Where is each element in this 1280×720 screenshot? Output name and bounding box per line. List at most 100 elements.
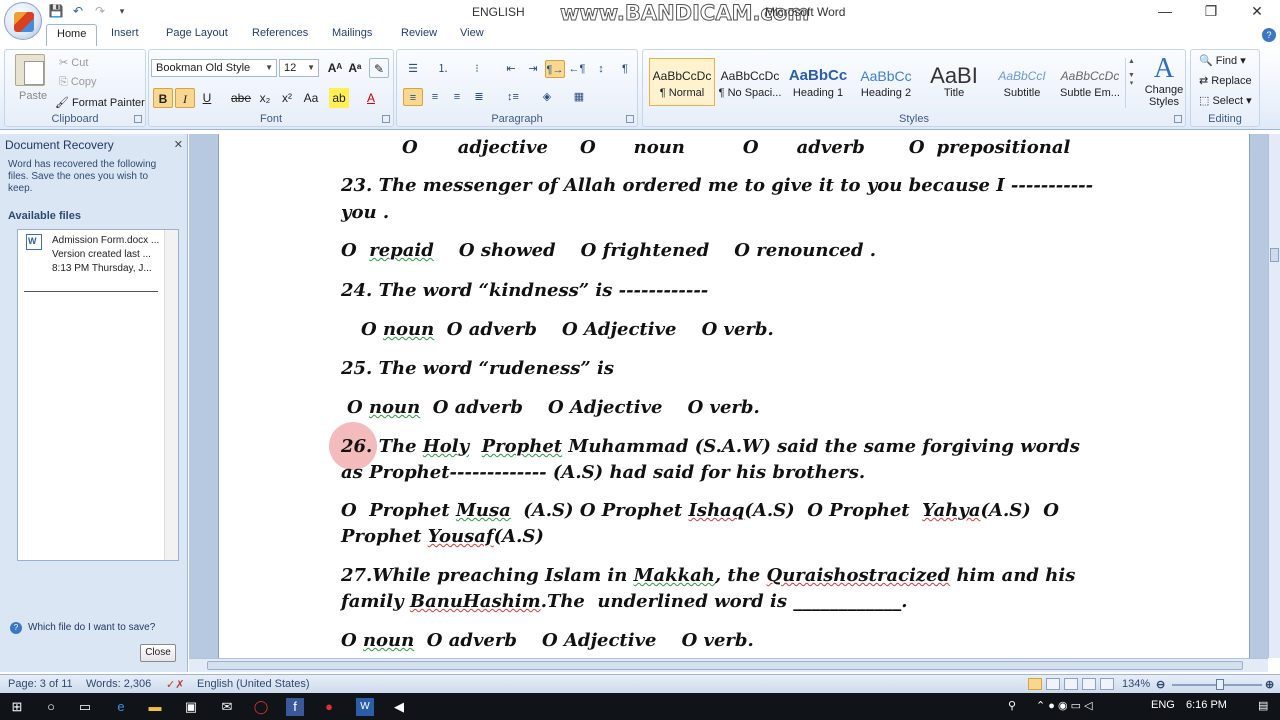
style-subtitle[interactable]: AaBbCcI Subtitle bbox=[989, 58, 1055, 106]
tab-references[interactable]: References bbox=[252, 27, 308, 39]
close-button[interactable]: Close bbox=[140, 644, 176, 662]
save-icon[interactable]: 💾 bbox=[48, 4, 64, 18]
change-styles-button[interactable]: A Change Styles bbox=[1141, 54, 1187, 109]
opera-icon[interactable]: ◯ bbox=[252, 698, 270, 716]
file-explorer-icon[interactable]: ▬ bbox=[146, 698, 164, 716]
justify-icon[interactable]: ≣ bbox=[469, 88, 489, 106]
vertical-scrollbar[interactable] bbox=[1268, 134, 1280, 658]
paste-icon[interactable] bbox=[15, 54, 45, 86]
copy-button[interactable]: ⎘ Copy bbox=[59, 76, 97, 89]
line-spacing-icon[interactable]: ↕≡ bbox=[503, 88, 523, 106]
document-page[interactable]: Oadjective Onoun Oadverb Oprepositional 23.… bbox=[218, 134, 1250, 658]
edge-icon[interactable]: e bbox=[112, 698, 130, 716]
tab-insert[interactable]: Insert bbox=[111, 27, 139, 39]
increase-indent-icon[interactable]: ⇥ bbox=[523, 60, 543, 78]
clock[interactable]: 6:16 PM bbox=[1186, 699, 1227, 711]
outline-view-button[interactable] bbox=[1082, 678, 1096, 690]
decrease-indent-icon[interactable]: ⇤ bbox=[501, 60, 521, 78]
change-case-button[interactable]: Aa bbox=[301, 88, 321, 108]
bullets-icon[interactable]: ☰ bbox=[403, 60, 423, 78]
page-count[interactable]: Page: 3 of 11 bbox=[8, 678, 73, 690]
paste-button[interactable]: Paste bbox=[19, 90, 47, 102]
font-size-combo[interactable]: 12 ▼ bbox=[279, 59, 319, 77]
which-file-help-link[interactable]: Which file do I want to save? bbox=[10, 622, 155, 634]
print-layout-view-button[interactable] bbox=[1028, 678, 1042, 690]
shrink-font-icon[interactable]: Aᵃ bbox=[345, 58, 365, 78]
task-view-icon[interactable]: ▭ bbox=[76, 698, 94, 716]
style-title[interactable]: AaBI Title bbox=[921, 58, 987, 106]
borders-icon[interactable]: ▦ bbox=[569, 88, 589, 106]
web-layout-view-button[interactable] bbox=[1064, 678, 1078, 690]
styles-gallery-scroll[interactable]: ▲ ▼ ▾ bbox=[1125, 58, 1137, 108]
bold-button[interactable]: B bbox=[153, 88, 173, 108]
cut-button[interactable]: ✂ Cut bbox=[59, 56, 88, 69]
font-color-icon[interactable]: A bbox=[361, 88, 381, 108]
maximize-button[interactable]: ❐ bbox=[1188, 0, 1234, 24]
tab-view[interactable]: View bbox=[460, 27, 484, 39]
clear-formatting-icon[interactable]: ✎ bbox=[369, 58, 389, 78]
strikethrough-button[interactable]: abe bbox=[231, 88, 251, 108]
search-icon[interactable]: ○ bbox=[42, 698, 60, 716]
grow-font-icon[interactable]: Aᴬ bbox=[325, 58, 345, 78]
numbering-icon[interactable]: ⒈ bbox=[433, 60, 453, 78]
multilevel-list-icon[interactable]: ⁝ bbox=[467, 60, 487, 78]
notifications-icon[interactable]: ▤ bbox=[1258, 699, 1268, 712]
people-icon[interactable]: ⚲ bbox=[1008, 699, 1016, 712]
redo-icon[interactable]: ↷ bbox=[92, 4, 108, 18]
minimize-button[interactable]: — bbox=[1142, 0, 1188, 24]
styles-launcher-icon[interactable] bbox=[1174, 115, 1182, 123]
proofing-icon[interactable]: ✓✗ bbox=[166, 678, 184, 691]
zoom-level[interactable]: 134% bbox=[1122, 678, 1150, 690]
align-left-icon[interactable]: ≡ bbox=[403, 88, 423, 106]
tray-icons[interactable]: ⌃ ● ◉ ▭ ◁ bbox=[1036, 699, 1093, 712]
undo-icon[interactable]: ↶ bbox=[70, 4, 86, 18]
close-window-button[interactable]: ✕ bbox=[1234, 0, 1280, 24]
tab-home[interactable]: Home bbox=[46, 24, 98, 46]
rtl-icon[interactable]: ←¶ bbox=[567, 60, 587, 78]
style-normal[interactable]: AaBbCcDc ¶ Normal bbox=[649, 58, 715, 106]
style-subtle-emphasis[interactable]: AaBbCcDc Subtle Em... bbox=[1057, 58, 1123, 106]
horizontal-scroll-thumb[interactable] bbox=[207, 661, 1243, 670]
bandicam-icon[interactable]: ● bbox=[320, 698, 338, 716]
zoom-slider-thumb[interactable] bbox=[1216, 679, 1224, 690]
highlight-icon[interactable]: ab bbox=[329, 88, 349, 108]
underline-button[interactable]: U bbox=[197, 88, 217, 108]
tab-review[interactable]: Review bbox=[401, 27, 437, 39]
zoom-out-icon[interactable]: ⊖ bbox=[1156, 678, 1165, 691]
language[interactable]: English (United States) bbox=[197, 678, 310, 690]
horizontal-scrollbar[interactable] bbox=[189, 658, 1268, 672]
superscript-button[interactable]: x² bbox=[277, 88, 297, 108]
office-button[interactable] bbox=[4, 2, 42, 40]
replace-button[interactable]: ⇄ Replace bbox=[1199, 74, 1252, 87]
tab-mailings[interactable]: Mailings bbox=[332, 27, 372, 39]
font-name-combo[interactable]: Bookman Old Style ▼ bbox=[151, 59, 277, 77]
ltr-icon[interactable]: ¶→ bbox=[545, 60, 565, 78]
find-button[interactable]: 🔍 Find ▾ bbox=[1199, 54, 1246, 67]
select-button[interactable]: ⬚ Select ▾ bbox=[1199, 94, 1252, 107]
style-no-spacing[interactable]: AaBbCcDc ¶ No Spaci... bbox=[717, 58, 783, 106]
align-right-icon[interactable]: ≡ bbox=[447, 88, 467, 106]
input-language[interactable]: ENG bbox=[1151, 699, 1175, 711]
close-icon[interactable]: ✕ bbox=[174, 138, 183, 151]
show-formatting-icon[interactable]: ¶ bbox=[615, 60, 635, 78]
word-count[interactable]: Words: 2,306 bbox=[86, 678, 151, 690]
shading-icon[interactable]: ◈ bbox=[537, 88, 557, 106]
full-screen-view-button[interactable] bbox=[1046, 678, 1060, 690]
style-heading-2[interactable]: AaBbCc Heading 2 bbox=[853, 58, 919, 106]
speaker-icon[interactable]: ◀ bbox=[390, 698, 408, 716]
facebook-icon[interactable]: f bbox=[286, 698, 304, 716]
sort-icon[interactable]: ↕ bbox=[591, 60, 611, 78]
help-icon[interactable]: ? bbox=[1262, 28, 1276, 42]
clipboard-launcher-icon[interactable] bbox=[134, 115, 142, 123]
format-painter-button[interactable]: 🖌 Format Painter bbox=[55, 96, 145, 109]
file-list-scrollbar[interactable] bbox=[164, 230, 178, 560]
draft-view-button[interactable] bbox=[1100, 678, 1114, 690]
windows-start-icon[interactable]: ⊞ bbox=[8, 698, 26, 716]
paragraph-launcher-icon[interactable] bbox=[626, 115, 634, 123]
italic-button[interactable]: I bbox=[175, 88, 195, 108]
subscript-button[interactable]: x₂ bbox=[255, 88, 275, 108]
word-taskbar-icon[interactable]: W bbox=[356, 698, 374, 716]
zoom-in-icon[interactable]: ⊕ bbox=[1265, 678, 1274, 691]
vertical-scroll-thumb[interactable] bbox=[1270, 248, 1279, 262]
customize-qat-icon[interactable]: ▾ bbox=[114, 4, 130, 18]
